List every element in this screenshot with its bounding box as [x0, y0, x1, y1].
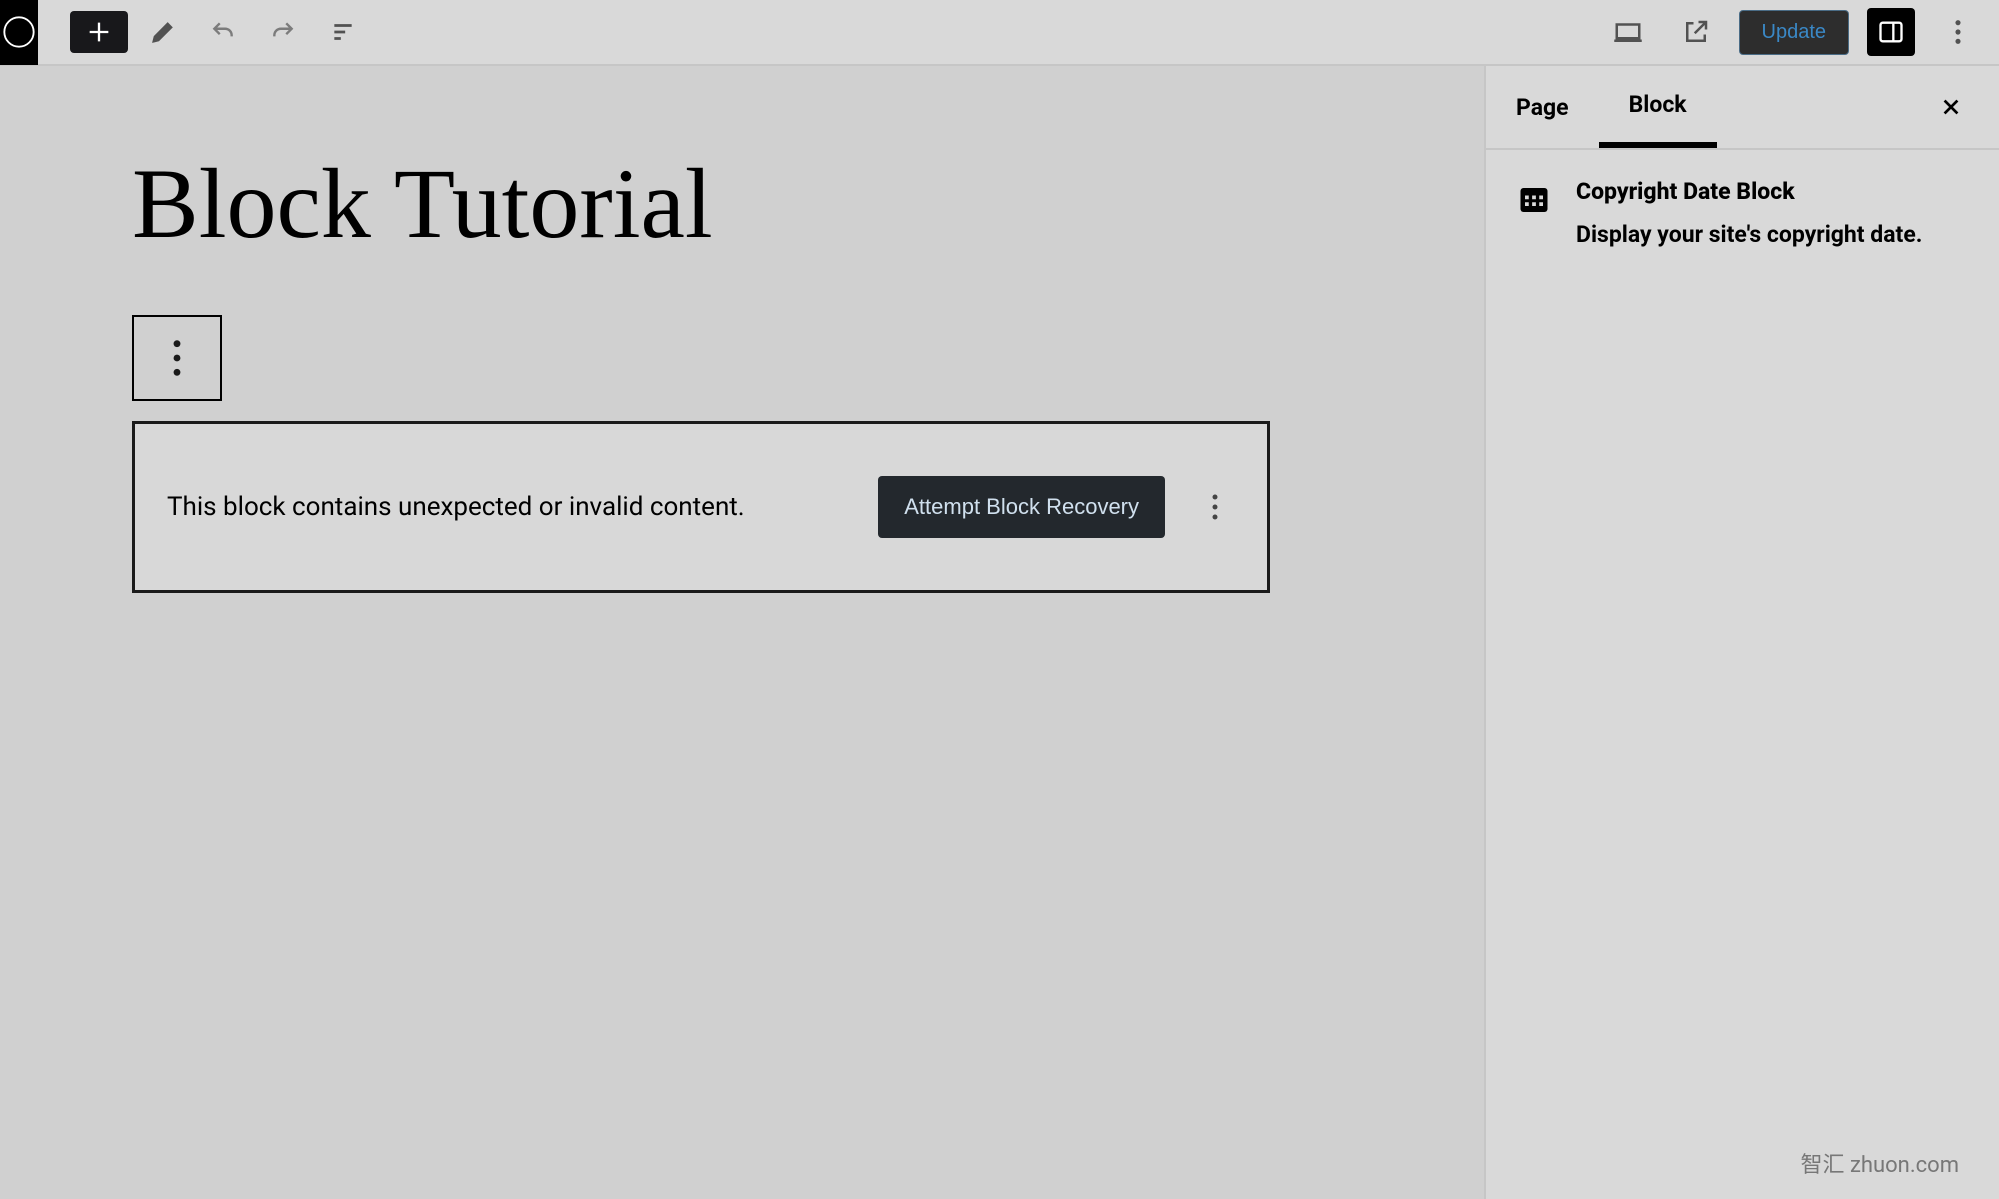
top-toolbar-left [0, 0, 368, 64]
block-card-description: Display your site's copyright date. [1576, 219, 1922, 251]
undo-button[interactable] [198, 7, 248, 57]
sidebar-toggle-button[interactable] [1867, 8, 1915, 56]
block-card: Copyright Date Block Display your site's… [1516, 178, 1969, 251]
calendar-icon [1516, 182, 1552, 218]
block-card-text: Copyright Date Block Display your site's… [1576, 178, 1922, 251]
block-card-title: Copyright Date Block [1576, 178, 1922, 205]
wordpress-logo[interactable] [0, 0, 38, 65]
settings-sidebar: Page Block [1484, 66, 1999, 1199]
block-options-button[interactable] [132, 315, 222, 401]
redo-button[interactable] [258, 7, 308, 57]
top-toolbar: Update [0, 0, 1999, 66]
editor-canvas: Block Tutorial This block contains unexp… [0, 66, 1484, 1199]
watermark: 智汇 zhuon.com [1801, 1147, 1959, 1179]
add-block-button[interactable] [70, 11, 128, 53]
tab-block[interactable]: Block [1599, 66, 1717, 148]
invalid-block-message: This block contains unexpected or invali… [167, 492, 838, 522]
close-sidebar-button[interactable] [1931, 87, 1971, 127]
update-button[interactable]: Update [1739, 10, 1850, 55]
top-toolbar-right: Update [1603, 7, 1984, 57]
page-title[interactable]: Block Tutorial [132, 146, 1352, 261]
view-button[interactable] [1603, 7, 1653, 57]
tab-page[interactable]: Page [1486, 66, 1599, 148]
invalid-block[interactable]: This block contains unexpected or invali… [132, 421, 1270, 593]
external-view-button[interactable] [1671, 7, 1721, 57]
invalid-block-actions: Attempt Block Recovery [878, 476, 1235, 538]
sidebar-body: Copyright Date Block Display your site's… [1486, 150, 1999, 279]
invalid-block-more-button[interactable] [1195, 482, 1235, 532]
attempt-recovery-button[interactable]: Attempt Block Recovery [878, 476, 1165, 538]
document-overview-button[interactable] [318, 7, 368, 57]
options-button[interactable] [1933, 7, 1983, 57]
edit-tools-button[interactable] [138, 7, 188, 57]
sidebar-tabs: Page Block [1486, 66, 1999, 150]
